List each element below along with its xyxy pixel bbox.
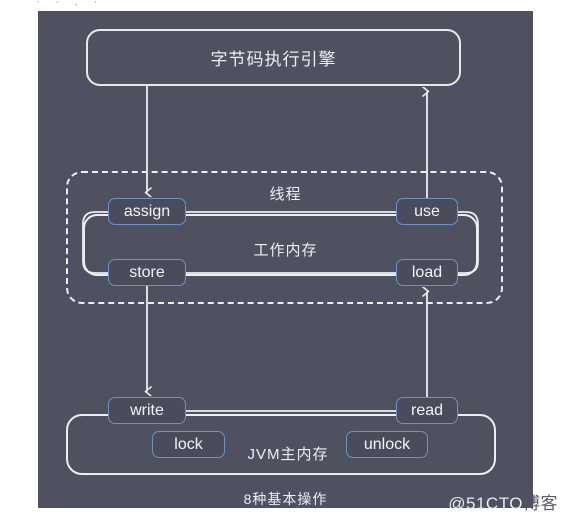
- operation-use[interactable]: use: [396, 198, 458, 225]
- operation-write-label: write: [130, 401, 164, 419]
- operation-read[interactable]: read: [396, 397, 458, 424]
- operation-store-label: store: [129, 263, 165, 281]
- operation-unlock-label: unlock: [363, 435, 411, 453]
- watermark: @51CTO博客: [448, 489, 558, 514]
- operation-unlock[interactable]: unlock: [346, 431, 428, 458]
- operation-lock[interactable]: lock: [152, 431, 225, 458]
- bytecode-execution-engine-label: 字节码执行引擎: [210, 50, 337, 69]
- bytecode-execution-engine-box: 字节码执行引擎: [86, 29, 461, 86]
- operation-read-label: read: [410, 401, 444, 419]
- diagram-panel: 字节码执行引擎 线程 工作内存 JVM主内存 assign use store …: [38, 11, 533, 508]
- operation-load[interactable]: load: [396, 259, 458, 286]
- operation-use-label: use: [414, 202, 440, 220]
- watermark-secondary: 博客: [523, 494, 558, 513]
- operation-assign[interactable]: assign: [108, 198, 186, 225]
- operation-load-label: load: [411, 263, 443, 281]
- diagram-page: · · , ·: [0, 0, 562, 520]
- operation-assign-label: assign: [123, 202, 171, 220]
- watermark-primary: @51CTO: [448, 494, 523, 513]
- working-memory-label: 工作内存: [253, 242, 318, 259]
- operation-write[interactable]: write: [108, 397, 186, 424]
- clipped-top-text: · · , ·: [36, 0, 156, 6]
- operation-lock-label: lock: [174, 435, 203, 453]
- operation-store[interactable]: store: [108, 259, 186, 286]
